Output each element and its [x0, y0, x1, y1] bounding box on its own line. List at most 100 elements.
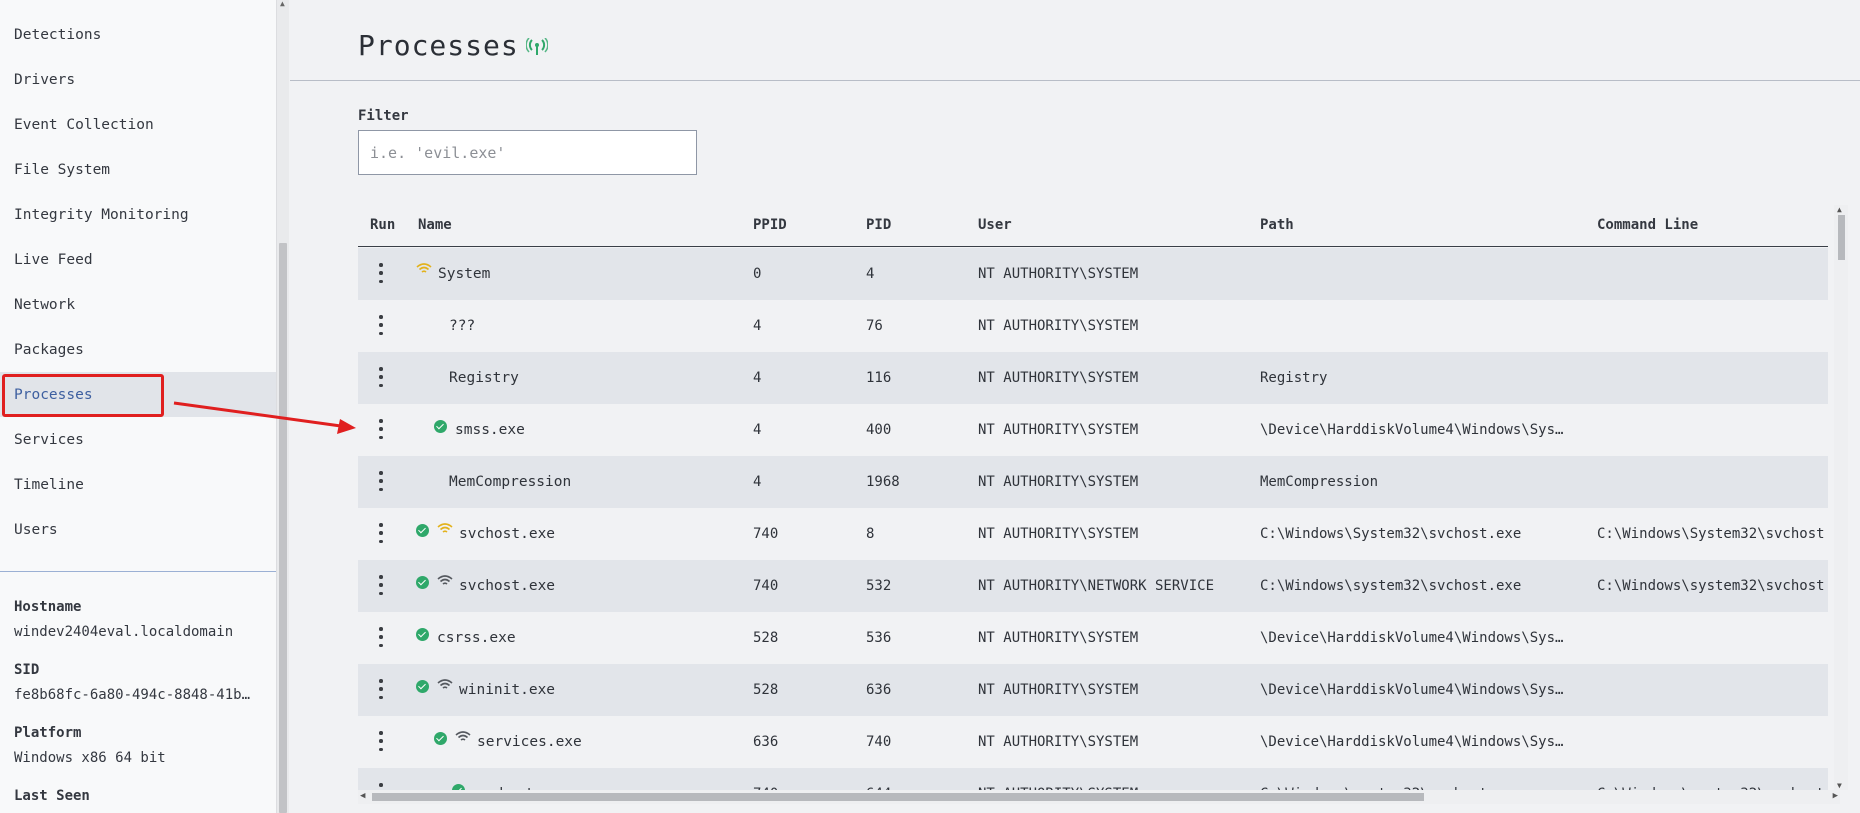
table-vertical-scrollbar[interactable]: ▲ ▼: [1834, 205, 1848, 790]
ppid-cell: 740: [753, 578, 779, 594]
table-row[interactable]: csrss.exe 528 536 NT AUTHORITY\SYSTEM \Devic…: [358, 612, 1828, 664]
column-header-ppid[interactable]: PPID: [753, 217, 787, 233]
sidebar-item-file-system[interactable]: File System: [0, 147, 276, 192]
user-cell: NT AUTHORITY\SYSTEM: [978, 734, 1139, 750]
ppid-cell: 4: [753, 318, 762, 334]
pid-cell: 532: [866, 578, 892, 594]
scroll-down-arrow-icon[interactable]: ▼: [1837, 781, 1842, 790]
command-line-cell: C:\Windows\System32\svchost: [1597, 526, 1825, 542]
filter-label: Filter: [358, 108, 409, 124]
hostname-value: windev2404eval.localdomain: [14, 624, 234, 640]
sidebar-item-drivers[interactable]: Drivers: [0, 57, 276, 102]
process-table: Run Name PPID PID User Path Command Line Syste…: [358, 205, 1840, 790]
column-header-command-line[interactable]: Command Line: [1597, 217, 1698, 233]
row-menu-kebab-icon[interactable]: [378, 367, 384, 387]
platform-value: Windows x86 64 bit: [14, 750, 166, 766]
table-header: Run Name PPID PID User Path Command Line: [358, 205, 1828, 247]
table-row[interactable]: wininit.exe 528 636 NT AUTHORITY\SYSTEM \Dev…: [358, 664, 1828, 716]
sidebar-item-network[interactable]: Network: [0, 282, 276, 327]
process-name-cell: csrss.exe: [416, 612, 741, 664]
path-cell: \Device\HarddiskVolume4\Windows\Sys…: [1260, 630, 1564, 646]
title-divider: [290, 80, 1860, 81]
table-row[interactable]: svchost.exe 740 8 NT AUTHORITY\SYSTEM C:\Win…: [358, 508, 1828, 560]
pid-cell: 740: [866, 734, 892, 750]
row-menu-kebab-icon[interactable]: [378, 315, 384, 335]
row-menu-kebab-icon[interactable]: [378, 575, 384, 595]
row-menu-kebab-icon[interactable]: [378, 419, 384, 439]
table-row[interactable]: System 0 4 NT AUTHORITY\SYSTEM: [358, 248, 1828, 300]
pid-cell: 400: [866, 422, 892, 438]
sidebar-divider: [0, 571, 276, 572]
path-cell: C:\Windows\System32\svchost.exe: [1260, 526, 1522, 542]
last-seen-label: Last Seen: [14, 788, 90, 804]
sidebar-item-packages[interactable]: Packages: [0, 327, 276, 372]
sidebar-scrollbar-thumb[interactable]: [279, 243, 287, 813]
sidebar-item-timeline[interactable]: Timeline: [0, 462, 276, 507]
process-name-cell: smss.exe: [434, 404, 741, 456]
column-header-run[interactable]: Run: [370, 217, 395, 233]
table-row[interactable]: MemCompression 4 1968 NT AUTHORITY\SYSTEM Me…: [358, 456, 1828, 508]
row-menu-kebab-icon[interactable]: [378, 679, 384, 699]
ppid-cell: 636: [753, 734, 779, 750]
process-name: smss.exe: [455, 422, 525, 438]
scroll-up-arrow-icon[interactable]: ▲: [1837, 205, 1842, 214]
signed-check-icon: [416, 679, 429, 693]
process-name-cell: Registry: [434, 352, 741, 404]
process-name: System: [438, 266, 491, 282]
scroll-up-arrow-icon[interactable]: ▲: [280, 0, 285, 8]
command-line-cell: [1597, 248, 1828, 300]
table-row[interactable]: svchost.exe 740 644 NT AUTHORITY\SYSTEM C:\W…: [358, 768, 1828, 790]
column-header-path[interactable]: Path: [1260, 217, 1294, 233]
user-cell: NT AUTHORITY\NETWORK SERVICE: [978, 578, 1215, 594]
table-horizontal-scrollbar[interactable]: ◀ ▶: [358, 790, 1840, 804]
sidebar-item-detections[interactable]: Detections: [0, 12, 276, 57]
process-name: MemCompression: [449, 474, 572, 490]
scroll-right-arrow-icon[interactable]: ▶: [1833, 791, 1838, 801]
process-name: csrss.exe: [437, 630, 516, 646]
column-header-name[interactable]: Name: [418, 217, 452, 233]
table-row[interactable]: Registry 4 116 NT AUTHORITY\SYSTEM Registry: [358, 352, 1828, 404]
pid-cell: 76: [866, 318, 883, 334]
sidebar-item-event-collection[interactable]: Event Collection: [0, 102, 276, 147]
table-row[interactable]: smss.exe 4 400 NT AUTHORITY\SYSTEM \Device\H…: [358, 404, 1828, 456]
table-vertical-scrollbar-thumb[interactable]: [1838, 215, 1845, 260]
row-menu-kebab-icon[interactable]: [378, 471, 384, 491]
path-cell: \Device\HarddiskVolume4\Windows\Sys…: [1260, 682, 1564, 698]
pid-cell: 536: [866, 630, 892, 646]
process-name-cell: svchost.exe: [416, 560, 741, 612]
pid-cell: 644: [866, 768, 966, 790]
process-name-cell: svchost.exe: [452, 768, 741, 790]
table-row[interactable]: svchost.exe 740 532 NT AUTHORITY\NETWORK SE…: [358, 560, 1828, 612]
live-signal-icon: [526, 38, 548, 55]
command-line-cell: C:\Windows\system32\svchost: [1597, 768, 1828, 790]
process-name-cell: ???: [434, 300, 741, 352]
scroll-left-arrow-icon[interactable]: ◀: [360, 791, 365, 801]
network-active-icon: [416, 263, 432, 275]
sidebar-item-live-feed[interactable]: Live Feed: [0, 237, 276, 282]
row-menu-kebab-icon[interactable]: [378, 263, 384, 283]
signed-check-icon: [434, 731, 447, 745]
sidebar-item-users[interactable]: Users: [0, 507, 276, 552]
pid-cell: 4: [866, 266, 875, 282]
ppid-cell: 528: [753, 682, 779, 698]
row-menu-kebab-icon[interactable]: [378, 731, 384, 751]
sidebar-item-integrity-monitoring[interactable]: Integrity Monitoring: [0, 192, 276, 237]
filter-input[interactable]: [358, 130, 697, 175]
process-name-cell: svchost.exe: [416, 508, 741, 560]
main-content: Processes Filter Run Name PPID PID User Path C…: [290, 0, 1860, 813]
column-header-user[interactable]: User: [978, 217, 1012, 233]
path-cell: Registry: [1260, 370, 1328, 386]
user-cell: NT AUTHORITY\SYSTEM: [978, 370, 1139, 386]
command-line-cell: C:\Windows\system32\svchost: [1597, 578, 1825, 594]
table-row[interactable]: services.exe 636 740 NT AUTHORITY\SYSTEM \De…: [358, 716, 1828, 768]
row-menu-kebab-icon[interactable]: [378, 523, 384, 543]
table-horizontal-scrollbar-thumb[interactable]: [372, 793, 1424, 801]
process-name: svchost.exe: [459, 526, 556, 542]
column-header-pid[interactable]: PID: [866, 217, 891, 233]
row-menu-kebab-icon[interactable]: [378, 783, 384, 790]
row-menu-kebab-icon[interactable]: [378, 627, 384, 647]
ppid-cell: 4: [753, 474, 762, 490]
table-row[interactable]: ??? 4 76 NT AUTHORITY\SYSTEM: [358, 300, 1828, 352]
path-cell: MemCompression: [1260, 474, 1379, 490]
user-cell: NT AUTHORITY\SYSTEM: [978, 630, 1139, 646]
